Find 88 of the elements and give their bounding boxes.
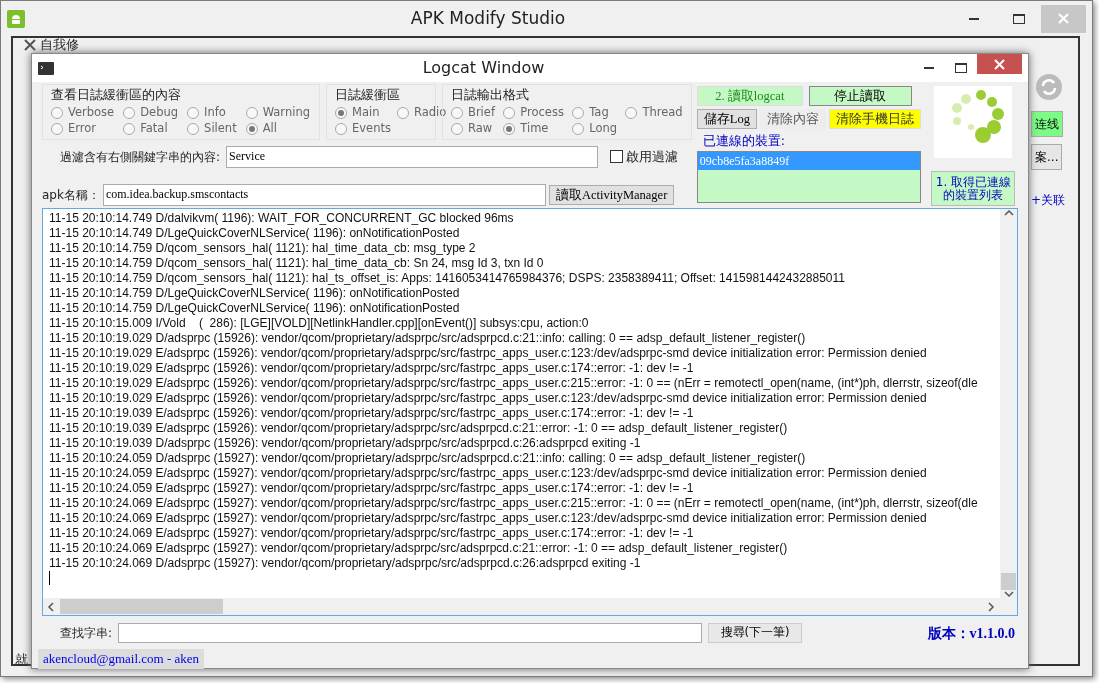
toolbar-button[interactable]: 自我修 bbox=[40, 35, 79, 55]
radio-option[interactable]: Warning bbox=[245, 104, 313, 121]
radio-option[interactable]: Main bbox=[335, 104, 391, 121]
minimize-icon bbox=[924, 67, 934, 69]
horizontal-scrollbar[interactable] bbox=[43, 598, 1017, 615]
radio-option[interactable]: Radio bbox=[396, 104, 447, 121]
radio-option[interactable]: Time bbox=[503, 120, 567, 137]
scroll-thumb[interactable] bbox=[1001, 573, 1016, 590]
radio-option[interactable]: Thread bbox=[625, 104, 685, 121]
devices-label: 已連線的裝置: bbox=[702, 132, 787, 150]
log-line: 11-15 20:10:19.029 D/adsprpc (15926): vendor/qcom/proprietary/adsprpc/src/adsprpcd.c:21::info: calling: 0 == adsp_default_listener_register() bbox=[49, 331, 807, 346]
log-line: 11-15 20:10:19.039 E/adsprpc (15926): vendor/qcom/proprietary/adsprpc/src/adsprpcd.c:21::error: -1: 0 == adsp_default_listener_register() bbox=[49, 421, 789, 436]
scroll-up-icon[interactable] bbox=[1003, 209, 1014, 217]
action-button[interactable]: 停止讀取 bbox=[808, 86, 912, 106]
status-text: 就 bbox=[15, 651, 28, 669]
window-title: Logcat Window bbox=[421, 57, 546, 79]
radio-option[interactable]: Tag bbox=[572, 104, 620, 121]
log-line: 11-15 20:10:19.039 D/adsprpc (15926): vendor/qcom/proprietary/adsprpc/src/adsprpcd.c:26:adsprpcd exiting -1 bbox=[49, 436, 642, 451]
loading-spinner-icon bbox=[934, 86, 1013, 158]
search-label: 查找字串: bbox=[60, 625, 113, 642]
log-line: 11-15 20:10:14.749 D/dalvikvm( 1196): WAIT_FOR_CONCURRENT_GC blocked 96ms bbox=[49, 211, 515, 226]
list-devices-button[interactable]: 1. 取得已連線的裝置列表 bbox=[931, 171, 1016, 206]
radio-option[interactable]: All bbox=[245, 120, 313, 137]
apk-name-label: apk名稱： bbox=[42, 186, 100, 204]
group-title: 日誌輸出格式 bbox=[451, 86, 530, 104]
vertical-scrollbar[interactable] bbox=[1000, 209, 1017, 598]
log-line: 11-15 20:10:19.029 E/adsprpc (15926): vendor/qcom/proprietary/adsprpc/src/fastrpc_apps_user.c:174::error: -1: dev != -1 bbox=[49, 361, 695, 376]
log-line: 11-15 20:10:14.759 D/LgeQuickCoverNLService( 1196): onNotificationPosted bbox=[49, 301, 461, 316]
log-line: 11-15 20:10:19.039 E/adsprpc (15926): vendor/qcom/proprietary/adsprpc/src/fastrpc_apps_user.c:174::error: -1: dev != -1 bbox=[49, 406, 695, 421]
maximize-icon bbox=[1012, 13, 1025, 24]
close-button[interactable] bbox=[977, 54, 1022, 74]
log-line: 11-15 20:10:14.759 D/qcom_sensors_hal( 1121): hal_ts_offset_is: Apps: 1416053414765984376; DSPS: 2358389411; Offset: 1415981442432885011 bbox=[49, 271, 846, 286]
group-title: 查看日誌緩衝區的內容 bbox=[51, 86, 182, 104]
log-line: 11-15 20:10:14.759 D/LgeQuickCoverNLService( 1196): onNotificationPosted bbox=[49, 286, 461, 301]
console-icon bbox=[38, 61, 54, 75]
radio-option[interactable]: Events bbox=[335, 120, 391, 137]
radio-option[interactable]: Debug bbox=[123, 104, 182, 121]
close-icon bbox=[1058, 13, 1069, 24]
radio-option[interactable]: Silent bbox=[187, 120, 240, 137]
log-line: 11-15 20:10:24.059 E/adsprpc (15927): vendor/qcom/proprietary/adsprpc/src/fastrpc_apps_user.c:174::error: -1: dev != -1 bbox=[49, 481, 695, 496]
log-line: 11-15 20:10:24.059 D/adsprpc (15927): vendor/qcom/proprietary/adsprpc/src/adsprpcd.c:21::info: calling: 0 == adsp_default_listener_register() bbox=[49, 451, 807, 466]
group-title: 日誌緩衝區 bbox=[335, 86, 401, 104]
radio-option[interactable]: Raw bbox=[451, 120, 498, 137]
radio-option[interactable]: Fatal bbox=[123, 120, 182, 137]
log-line: 11-15 20:10:24.069 E/adsprpc (15927): vendor/qcom/proprietary/adsprpc/src/fastrpc_apps_user.c:123:/dev/adsprpc-smd device initialization error: Permission denied bbox=[49, 511, 928, 526]
refresh-icon[interactable] bbox=[1035, 73, 1063, 101]
action-button[interactable]: 2. 讀取logcat bbox=[696, 86, 803, 106]
text-cursor bbox=[49, 571, 50, 585]
log-line: 11-15 20:10:15.009 I/Vold ( 286): [LGE][VOLD][NetlinkHandler.cpp][onEvent()] subsys:cpu, action:0 bbox=[49, 316, 590, 331]
search-next-button[interactable]: 搜尋(下一筆) bbox=[708, 623, 803, 643]
radio-option[interactable]: Verbose bbox=[51, 104, 118, 121]
radio-option[interactable]: Long bbox=[572, 120, 620, 137]
side-button[interactable]: 案... bbox=[1031, 144, 1063, 170]
minimize-icon bbox=[968, 17, 979, 20]
filter-label: 過濾含有右側關鍵字串的內容: bbox=[60, 148, 221, 166]
log-line: 11-15 20:10:19.029 E/adsprpc (15926): vendor/qcom/proprietary/adsprpc/src/fastrpc_apps_user.c:123:/dev/adsprpc-smd device initialization error: Permission denied bbox=[49, 346, 928, 361]
log-line: 11-15 20:10:14.749 D/LgeQuickCoverNLService( 1196): onNotificationPosted bbox=[49, 226, 461, 241]
log-line: 11-15 20:10:14.759 D/qcom_sensors_hal( 1121): hal_time_data_cb: msg_type 2 bbox=[49, 241, 477, 256]
filter-field[interactable]: Service bbox=[226, 145, 599, 168]
radio-option[interactable]: Info bbox=[187, 104, 240, 121]
device-item[interactable]: 09cb8e5fa3a8849f bbox=[697, 151, 920, 170]
version-label: 版本：v1.1.0.0 bbox=[927, 624, 1015, 643]
device-list[interactable]: 09cb8e5fa3a8849f bbox=[696, 150, 921, 203]
enable-filter-checkbox[interactable]: 啟用過濾 bbox=[610, 146, 679, 167]
side-link[interactable]: +关联 bbox=[1031, 191, 1066, 209]
status-text: akencloud@gmail.com - aken bbox=[38, 649, 204, 669]
window-title: APK Modify Studio bbox=[409, 6, 567, 30]
read-activity-manager-button[interactable]: 讀取ActivityManager bbox=[548, 184, 675, 205]
search-field[interactable] bbox=[118, 623, 703, 643]
log-line: 11-15 20:10:24.059 E/adsprpc (15927): vendor/qcom/proprietary/adsprpc/src/fastrpc_apps_user.c:123:/dev/adsprpc-smd device initialization error: Permission denied bbox=[49, 466, 928, 481]
scroll-thumb[interactable] bbox=[60, 599, 223, 614]
radio-option[interactable]: Process bbox=[503, 104, 567, 121]
action-button[interactable]: 清除手機日誌 bbox=[829, 109, 921, 129]
log-line: 11-15 20:10:24.069 E/adsprpc (15927): vendor/qcom/proprietary/adsprpc/src/fastrpc_apps_user.c:215::error: -1: 0 == (nErr = remotectl_open(name, (int*)ph, dlerrstr, sizeof(dle bbox=[49, 496, 979, 511]
side-button[interactable]: 连线 bbox=[1031, 111, 1063, 137]
log-line: 11-15 20:10:14.759 D/qcom_sensors_hal( 1121): hal_time_data_cb: Sn 24, msg Id 3, txn Id 0 bbox=[49, 256, 545, 271]
radio-option[interactable]: Error bbox=[51, 120, 118, 137]
log-line: 11-15 20:10:19.029 E/adsprpc (15926): vendor/qcom/proprietary/adsprpc/src/fastrpc_apps_user.c:215::error: -1: 0 == (nErr = remotectl_open(name, (int*)ph, dlerrstr, sizeof(dle bbox=[49, 376, 979, 391]
log-line: 11-15 20:10:24.069 D/adsprpc (15927): vendor/qcom/proprietary/adsprpc/src/adsprpcd.c:26:adsprpcd exiting -1 bbox=[49, 556, 642, 571]
apk-name-field[interactable]: com.idea.backup.smscontacts bbox=[102, 183, 546, 206]
log-line: 11-15 20:10:24.069 E/adsprpc (15927): vendor/qcom/proprietary/adsprpc/src/fastrpc_apps_user.c:174::error: -1: dev != -1 bbox=[49, 526, 695, 541]
close-icon bbox=[994, 58, 1005, 70]
action-button[interactable]: 儲存Log bbox=[696, 109, 757, 129]
log-line: 11-15 20:10:24.069 E/adsprpc (15927): vendor/qcom/proprietary/adsprpc/src/adsprpcd.c:21::error: -1: 0 == adsp_default_listener_register() bbox=[49, 541, 789, 556]
log-line: 11-15 20:10:19.029 E/adsprpc (15926): vendor/qcom/proprietary/adsprpc/src/fastrpc_apps_user.c:123:/dev/adsprpc-smd device initialization error: Permission denied bbox=[49, 391, 928, 406]
maximize-icon bbox=[955, 63, 967, 73]
radio-option[interactable]: Brief bbox=[451, 104, 498, 121]
scroll-down-icon[interactable] bbox=[1003, 590, 1014, 598]
